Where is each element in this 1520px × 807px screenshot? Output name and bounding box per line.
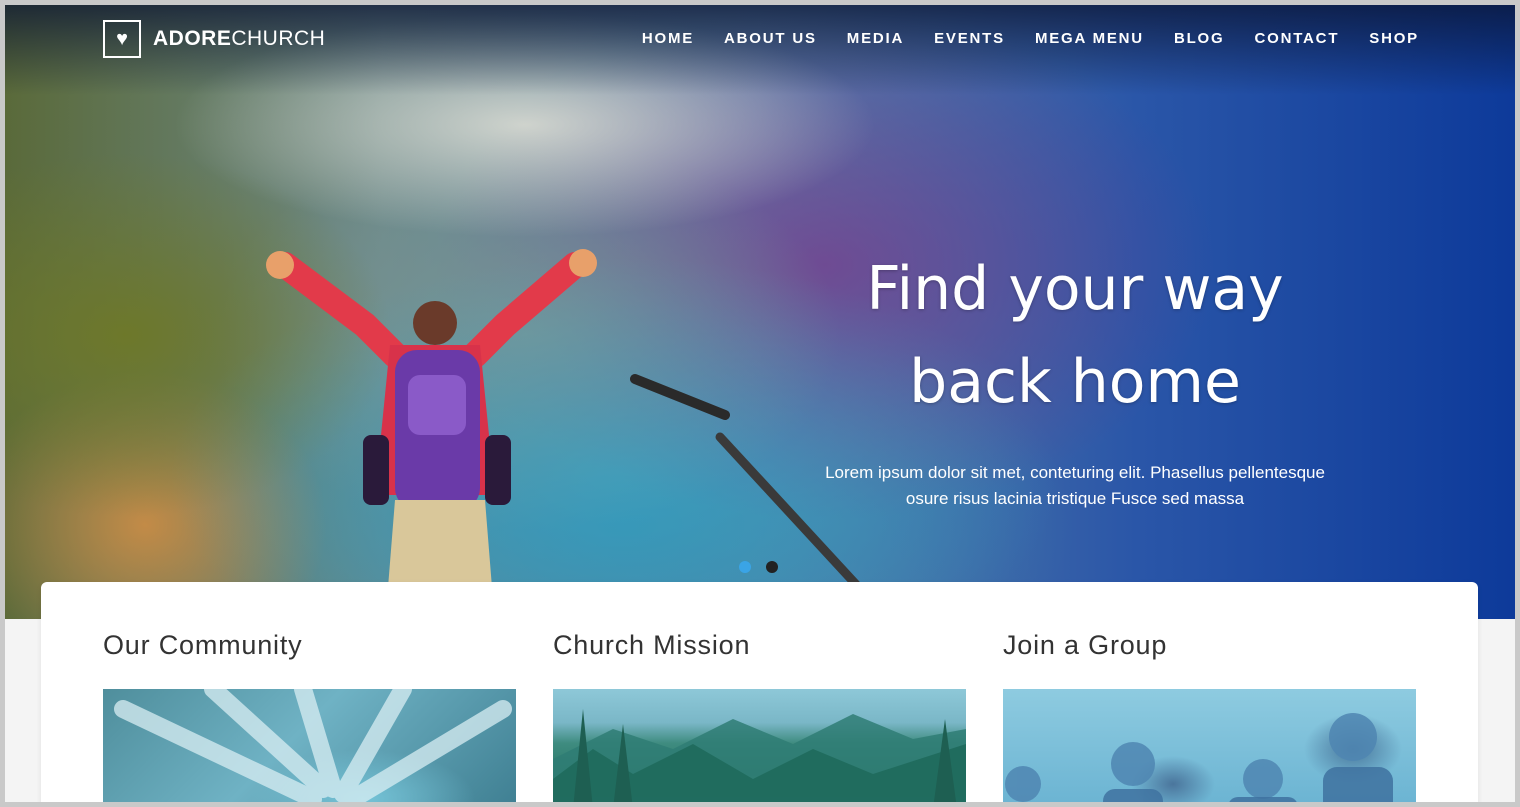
hands-illustration [114,689,512,802]
nav-item-shop[interactable]: SHOP [1369,30,1419,47]
feature-title[interactable]: Church Mission [553,630,750,661]
feature-title[interactable]: Our Community [103,630,302,661]
hero-subtitle-line-1: Lorem ipsum dolor sit met, conteturing e… [825,463,1325,482]
hiker-figure [266,249,597,619]
mountains-illustration [553,709,966,802]
logo-text: ADORECHURCH [153,27,326,50]
nav-item-about-us[interactable]: ABOUT US [724,30,817,47]
site-logo[interactable]: ♥ ADORECHURCH [103,19,325,59]
nav-item-media[interactable]: MEDIA [847,30,904,47]
mission-image[interactable] [553,689,966,802]
feature-title[interactable]: Join a Group [1003,630,1167,661]
page-frame: ♥ ADORECHURCH HOME ABOUT US MEDIA EVENTS… [0,0,1520,807]
features-card: Our Community Church Mission Join a Grou… [41,582,1478,802]
nav-item-mega-menu[interactable]: MEGA MENU [1035,30,1144,47]
group-image[interactable] [1003,689,1416,802]
slider-dot-2[interactable] [766,561,778,573]
slider-dots [739,561,778,573]
heart-icon: ♥ [103,20,141,58]
hero-subtitle: Lorem ipsum dolor sit met, conteturing e… [775,460,1375,512]
hero-subtitle-line-2: osure risus lacinia tristique Fusce sed … [905,489,1245,508]
nav-item-home[interactable]: HOME [642,30,694,47]
slider-dot-1[interactable] [739,561,751,573]
people-illustration [1005,713,1393,802]
hero-slider: ♥ ADORECHURCH HOME ABOUT US MEDIA EVENTS… [5,5,1515,619]
community-image[interactable] [103,689,516,802]
hero-title: Find your way back home [775,243,1375,429]
nav-item-blog[interactable]: BLOG [1174,30,1225,47]
nav-item-contact[interactable]: CONTACT [1254,30,1339,47]
hero-title-line-2: back home [909,347,1241,417]
nav-item-events[interactable]: EVENTS [934,30,1005,47]
hero-title-line-1: Find your way [866,254,1284,324]
main-nav: HOME ABOUT US MEDIA EVENTS MEGA MENU BLO… [642,30,1419,47]
